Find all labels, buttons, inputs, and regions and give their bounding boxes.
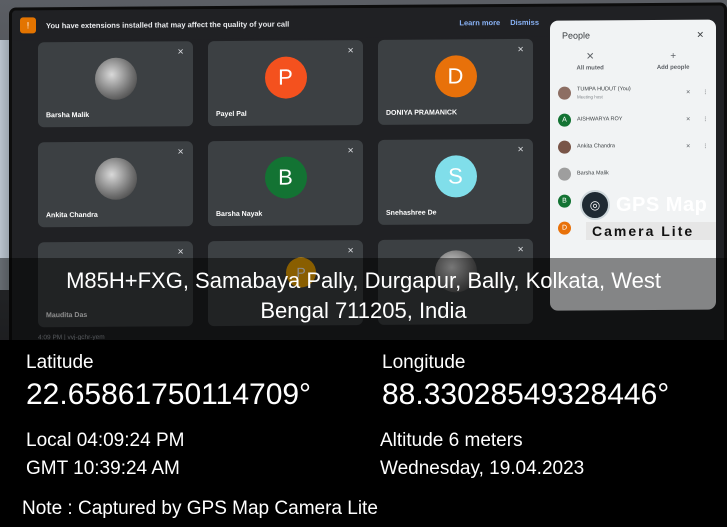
all-muted-button[interactable]: ✕ All muted — [576, 51, 603, 71]
mic-off-icon: ✕ — [177, 147, 184, 157]
mic-off-icon: ✕ — [347, 246, 354, 256]
avatar: A — [558, 113, 571, 127]
latitude-label: Latitude — [26, 352, 94, 373]
participant-name: TUMPA HUDUT (You) — [577, 85, 631, 93]
participant-name: Ankita Chandra — [46, 211, 98, 220]
brand-subtitle: Camera Lite — [586, 222, 716, 240]
add-people-button[interactable]: + Add people — [657, 51, 690, 71]
video-tile[interactable]: D ✕ DONIYA PRAMANICK — [378, 38, 533, 125]
mic-off-icon: ✕ — [517, 244, 524, 254]
participant-row[interactable]: Ankita Chandra ✕ ⋮ — [550, 133, 716, 161]
avatar: B — [558, 194, 571, 208]
participant-name: Barsha Malik — [577, 170, 609, 177]
add-person-icon: + — [670, 50, 677, 62]
participant-name: Ankita Chandra — [577, 143, 615, 150]
gps-info-panel: Latitude 22.65861750114709° Longitude 88… — [0, 340, 727, 527]
longitude-value: 88.33028549328446° — [382, 378, 670, 411]
gps-camera-badge: ◎ GPS Map Camera Lite — [580, 190, 726, 245]
avatar: S — [434, 155, 477, 198]
mic-off-icon: ✕ — [177, 247, 184, 257]
capture-date: Wednesday, 19.04.2023 — [380, 458, 585, 479]
mic-off-icon[interactable]: ✕ — [686, 89, 691, 95]
more-options-icon[interactable]: ⋮ — [703, 143, 709, 149]
local-time: Local 04:09:24 PM — [26, 430, 185, 451]
address-line-1: M85H+FXG, Samabaya Pally, Durgapur, Ball… — [66, 268, 661, 293]
participant-name: Barsha Nayak — [216, 210, 263, 219]
mic-off-icon[interactable]: ✕ — [686, 116, 691, 122]
participant-name: AISHWARYA ROY — [577, 116, 623, 123]
mic-off-icon: ✕ — [347, 146, 354, 156]
extension-warning-bar: ! You have extensions installed that may… — [12, 6, 549, 41]
more-options-icon[interactable]: ⋮ — [703, 116, 709, 122]
mic-off-icon: ✕ — [517, 44, 524, 54]
brand-name: GPS Map — [616, 193, 708, 216]
capture-note: Note : Captured by GPS Map Camera Lite — [22, 498, 378, 519]
address-banner: M85H+FXG, Samabaya Pally, Durgapur, Ball… — [0, 258, 727, 340]
video-tile[interactable]: P ✕ Payel Pal — [208, 40, 363, 127]
dismiss-link[interactable]: Dismiss — [510, 17, 539, 26]
people-panel-title: People — [562, 30, 591, 41]
warning-icon: ! — [20, 17, 36, 34]
address-line-2: Bengal 711205, India — [260, 298, 467, 323]
participant-row[interactable]: TUMPA HUDUT (You) Meeting host ✕ ⋮ — [550, 79, 716, 107]
longitude-label: Longitude — [382, 352, 466, 373]
latitude-value: 22.65861750114709° — [26, 378, 312, 411]
avatar — [558, 140, 571, 154]
avatar — [94, 58, 137, 101]
learn-more-link[interactable]: Learn more — [459, 18, 500, 27]
avatar: D — [558, 221, 571, 235]
participant-name: DONIYA PRAMANICK — [386, 109, 458, 117]
video-tile[interactable]: ✕ Barsha Malik — [38, 41, 193, 128]
avatar: B — [264, 156, 307, 200]
more-options-icon[interactable]: ⋮ — [703, 89, 709, 95]
camera-icon: ◎ — [580, 190, 610, 220]
participant-row[interactable]: Barsha Malik — [550, 160, 716, 188]
participant-row[interactable]: A AISHWARYA ROY ✕ ⋮ — [550, 106, 716, 134]
avatar — [558, 86, 571, 100]
mic-off-icon: ✕ — [585, 51, 595, 63]
participant-name: Barsha Malik — [46, 111, 90, 120]
mic-off-icon: ✕ — [177, 47, 184, 57]
avatar — [94, 158, 137, 201]
video-tile[interactable]: S ✕ Snehashree De — [378, 138, 533, 225]
participant-name: Payel Pal — [216, 110, 247, 119]
video-tile[interactable]: B ✕ Barsha Nayak — [208, 140, 363, 227]
avatar: D — [434, 55, 477, 98]
avatar — [558, 167, 571, 181]
altitude: Altitude 6 meters — [380, 430, 523, 451]
avatar: P — [264, 56, 307, 100]
participant-role: Meeting host — [577, 93, 603, 100]
mic-off-icon[interactable]: ✕ — [686, 143, 691, 149]
mic-off-icon: ✕ — [517, 144, 524, 154]
video-tile[interactable]: ✕ Ankita Chandra — [38, 141, 193, 228]
mic-off-icon: ✕ — [347, 46, 354, 56]
participant-name: Snehashree De — [386, 209, 437, 217]
close-icon[interactable]: ✕ — [696, 30, 704, 41]
gmt-time: GMT 10:39:24 AM — [26, 458, 180, 479]
warning-message: You have extensions installed that may a… — [46, 19, 290, 30]
